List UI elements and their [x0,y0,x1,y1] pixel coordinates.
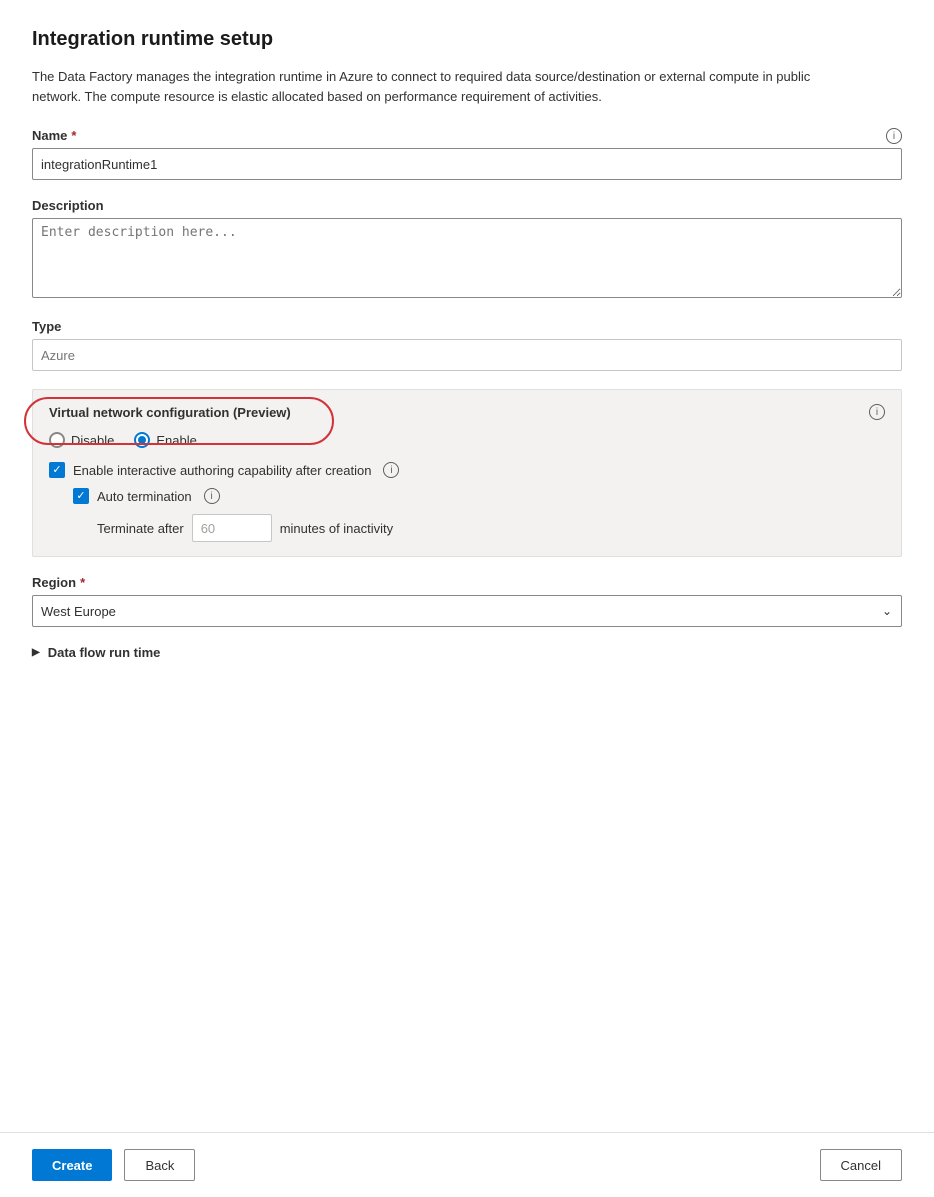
interactive-authoring-info-icon[interactable]: i [383,462,399,478]
vnet-enable-radio[interactable] [134,432,150,448]
terminate-input[interactable] [192,514,272,542]
data-flow-label: Data flow run time [48,645,161,660]
back-button[interactable]: Back [124,1149,195,1181]
vnet-enable-label: Enable [156,433,196,448]
vnet-disable-radio[interactable] [49,432,65,448]
region-label: Region * [32,575,902,590]
type-field-group: Type [32,319,902,371]
name-required-star: * [71,128,76,143]
create-button[interactable]: Create [32,1149,112,1181]
vnet-section-wrapper: Virtual network configuration (Preview) … [32,389,902,557]
interactive-authoring-check: ✓ [52,465,61,476]
region-required-star: * [80,575,85,590]
description-field-group: Description [32,198,902,301]
auto-termination-label: Auto termination [97,489,192,504]
data-flow-row[interactable]: ▶ Data flow run time [32,645,902,660]
page-title: Integration runtime setup [32,28,902,51]
vnet-info-icon[interactable]: i [869,404,885,420]
name-info-icon[interactable]: i [886,128,902,144]
description-label: Description [32,198,902,213]
terminate-row: Terminate after minutes of inactivity [97,514,885,542]
vnet-section-header: Virtual network configuration (Preview) … [49,404,885,420]
vnet-enable-radio-inner [138,436,146,444]
type-label: Type [32,319,902,334]
type-input [32,339,902,371]
page-description: The Data Factory manages the integration… [32,67,852,106]
auto-termination-row: ✓ Auto termination i [73,488,885,504]
vnet-radio-group: Disable Enable [49,432,885,448]
terminate-suffix: minutes of inactivity [280,521,393,536]
data-flow-chevron-icon: ▶ [32,647,40,658]
interactive-authoring-checkbox[interactable]: ✓ [49,462,65,478]
interactive-authoring-row: ✓ Enable interactive authoring capabilit… [49,462,885,478]
vnet-section-title: Virtual network configuration (Preview) [49,405,291,420]
auto-termination-checkbox[interactable]: ✓ [73,488,89,504]
terminate-label: Terminate after [97,521,184,536]
auto-termination-info-icon[interactable]: i [204,488,220,504]
footer: Create Back Cancel [0,1132,934,1197]
vnet-section: Virtual network configuration (Preview) … [32,389,902,557]
name-field-group: Name * i [32,128,902,180]
region-select[interactable]: West Europe East US West US [32,595,902,627]
name-input[interactable] [32,148,902,180]
name-label: Name * [32,128,76,143]
region-select-wrapper: West Europe East US West US ⌄ [32,595,902,627]
region-field-group: Region * West Europe East US West US ⌄ [32,575,902,627]
interactive-authoring-label: Enable interactive authoring capability … [73,463,371,478]
vnet-disable-option[interactable]: Disable [49,432,114,448]
vnet-disable-label: Disable [71,433,114,448]
auto-termination-check: ✓ [76,491,85,502]
description-input[interactable] [32,218,902,298]
cancel-button[interactable]: Cancel [820,1149,902,1181]
vnet-enable-option[interactable]: Enable [134,432,196,448]
